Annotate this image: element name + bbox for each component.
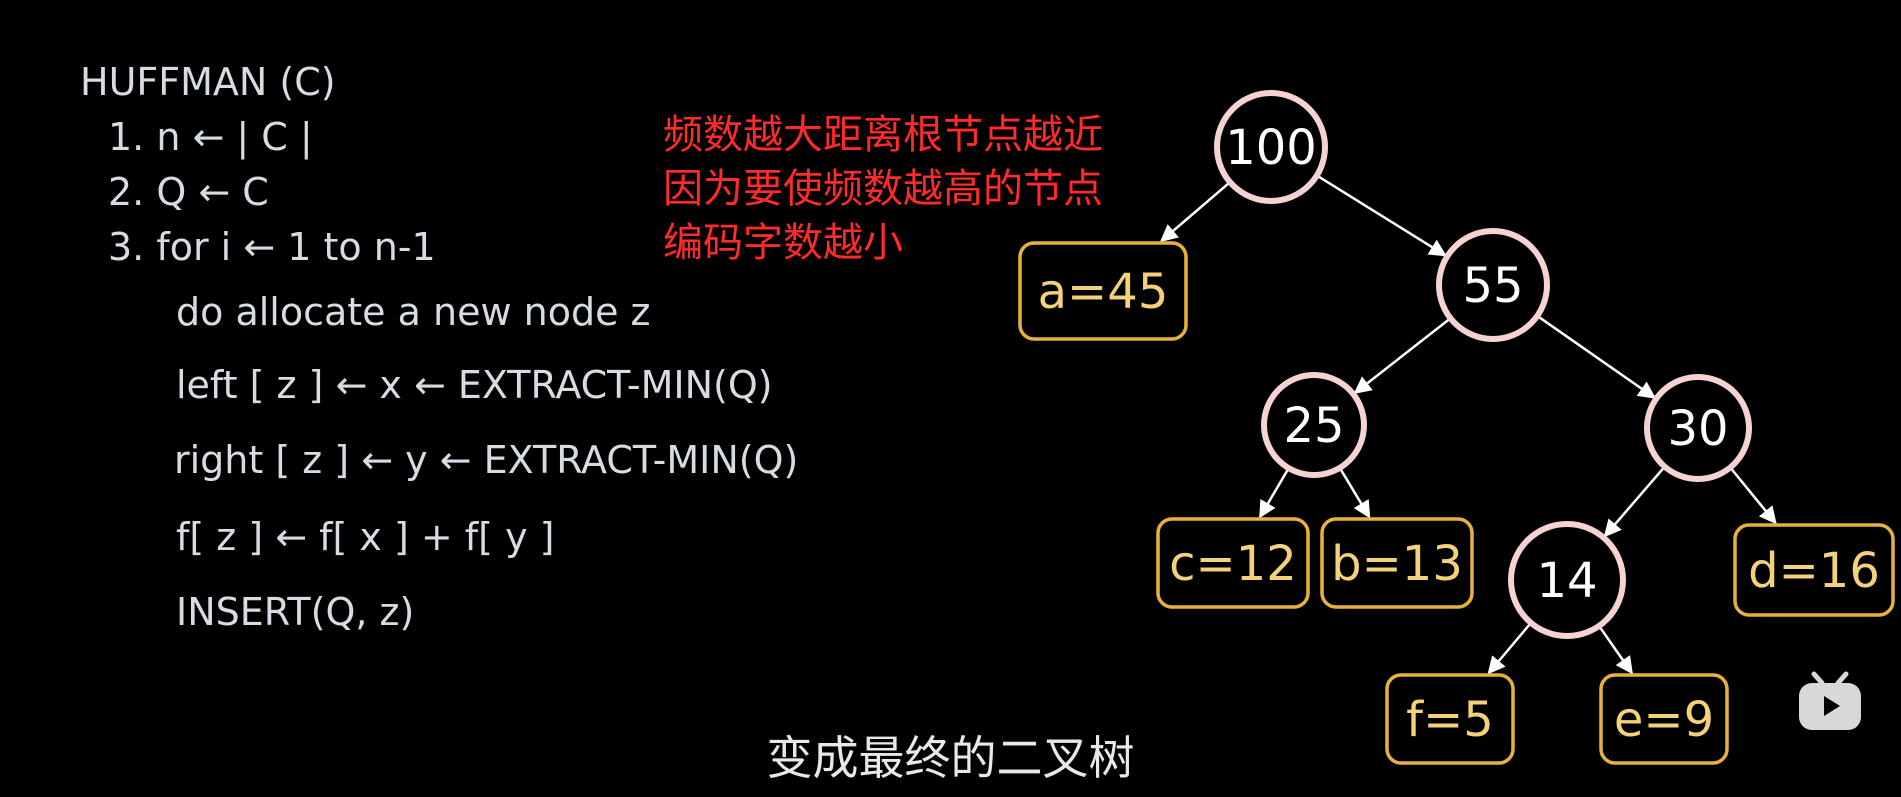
tree-edge: [1599, 626, 1633, 675]
internal-node-25: 25: [1261, 372, 1367, 478]
node-label: d=16: [1748, 543, 1880, 599]
node-label: 14: [1536, 553, 1597, 609]
huffman-tree: 100a=45 5525 30c=12 b=13 14 d=16f=5 e=9: [1018, 90, 1895, 765]
leaf-node-c: c=12: [1156, 517, 1310, 609]
internal-node-30: 30: [1644, 374, 1752, 482]
node-label: a=45: [1038, 264, 1169, 320]
node-label: 100: [1225, 120, 1317, 176]
internal-node-55: 55: [1436, 228, 1550, 342]
tree-edge: [1160, 182, 1230, 243]
tree-edge: [1603, 467, 1665, 538]
video-subtitle: 变成最终的二叉树: [766, 731, 1135, 785]
internal-node-14: 14: [1508, 521, 1626, 639]
tree-edge: [1353, 318, 1450, 395]
node-label: 55: [1462, 258, 1523, 314]
leaf-node-b: b=13: [1320, 517, 1474, 609]
leaf-node-a: a=45: [1018, 241, 1188, 341]
node-label: c=12: [1169, 536, 1297, 592]
tree-edge: [1538, 316, 1656, 399]
bilibili-tv-icon: [1799, 671, 1861, 730]
tree-edge: [1317, 175, 1447, 257]
tree-edge: [1339, 468, 1371, 519]
node-label: 25: [1283, 398, 1344, 454]
node-label: b=13: [1331, 536, 1463, 592]
node-label: 30: [1667, 401, 1728, 457]
tree-edge: [1730, 468, 1777, 525]
leaf-node-d: d=16: [1733, 523, 1895, 617]
tree-edge: [1258, 469, 1289, 519]
tree-edge: [1487, 623, 1531, 675]
internal-node-100: 100: [1214, 90, 1328, 204]
